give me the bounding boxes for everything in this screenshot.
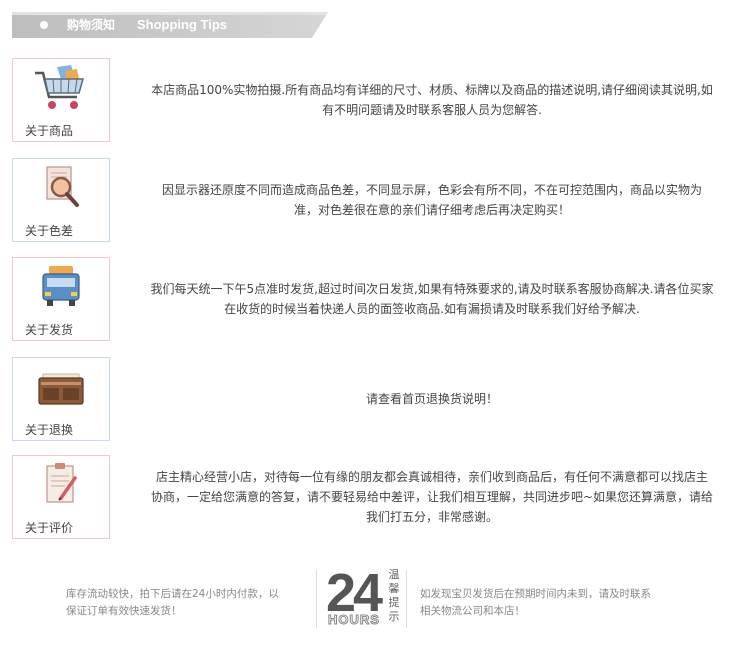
row-description: 店主精心经营小店，对待每一位有缘的朋友都会真诚相待，亲们收到商品后，有任何不满意… (124, 455, 740, 539)
icon-card: 关于色差 (12, 158, 110, 242)
row-label: 关于色差 (24, 224, 73, 238)
row-label: 关于发货 (24, 323, 73, 337)
description-line: 因显示器还原度不同而造成商品色差，不同显示屏，色彩会有所不同，不在可控范围内，商… (161, 183, 702, 197)
description-line: 我们每天统一下午5点准时发货,超过时间次日发货,如果有特殊要求的,请及时联系客服… (150, 282, 714, 296)
icon-card: 关于退换 (12, 357, 110, 441)
description-line: 准，对色差很在意的亲们请仔细考虑后再决定购买！ (293, 203, 570, 217)
clipboard-pen-icon (46, 463, 77, 503)
footer-line: 相关物流公司和本店！ (420, 605, 525, 617)
magnifier-icon (46, 166, 79, 207)
icon-card: 关于发货 (12, 257, 110, 341)
description-line: 在收货的时候当着快递人员的面签收商品.如有漏损请及时联系我们好给予解决. (224, 302, 640, 316)
banner-title-zh: 购物须知 (67, 18, 116, 32)
description-line: 请查看首页退换货说明！ (365, 392, 498, 406)
footer-note-left: 库存流动较快，拍下后请在24小时内付款，以 保证订单有效快速发货！ (66, 586, 310, 620)
24-hours-badge: 24 HOURS 温馨提示 (324, 566, 400, 630)
footer-line: 库存流动较快，拍下后请在24小时内付款，以 (66, 588, 279, 600)
badge-hours: HOURS (328, 612, 380, 627)
tip-row-goods: 关于商品 本店商品100%实物拍摄.所有商品均有详细的尺寸、材质、标牌以及商品的… (12, 58, 740, 142)
description-line: 店主精心经营小店，对待每一位有缘的朋友都会真诚相待，亲们收到商品后，有任何不满意… (155, 470, 708, 484)
tip-row-shipping: 关于发货 我们每天统一下午5点准时发货,超过时间次日发货,如果有特殊要求的,请及… (12, 257, 740, 341)
row-label: 关于退换 (24, 423, 73, 437)
row-description: 本店商品100%实物拍摄.所有商品均有详细的尺寸、材质、标牌以及商品的描述说明,… (124, 58, 740, 142)
footer-note-right: 如发现宝贝发货后在预期时间内未到，请及时联系 相关物流公司和本店！ (420, 586, 700, 620)
tip-row-returns: 关于退换 请查看首页退换货说明！ (12, 357, 740, 441)
row-label: 关于商品 (24, 124, 73, 138)
footer-divider (406, 570, 407, 628)
row-description: 因显示器还原度不同而造成商品色差，不同显示屏，色彩会有所不同，不在可控范围内，商… (124, 158, 740, 242)
banner-title-en: Shopping Tips (137, 17, 228, 32)
section-banner: 购物须知 Shopping Tips (12, 12, 328, 38)
footer-line: 如发现宝贝发货后在预期时间内未到，请及时联系 (420, 588, 651, 600)
row-description: 请查看首页退换货说明！ (124, 357, 740, 441)
description-line: 协商，一定给您满意的答复，请不要轻易给中差评，让我们相互理解，共同进步吧~如果您… (150, 490, 714, 504)
description-line: 本店商品100%实物拍摄.所有商品均有详细的尺寸、材质、标牌以及商品的描述说明,… (151, 83, 713, 97)
icon-card: 关于商品 (12, 58, 110, 142)
bullet-dot-icon (40, 21, 48, 29)
row-label: 关于评价 (24, 521, 73, 535)
footer-divider (316, 570, 317, 628)
wallet-icon (38, 373, 84, 405)
footer-line: 保证订单有效快速发货！ (66, 605, 182, 617)
delivery-truck-icon (42, 266, 80, 306)
description-line: 我们打五分，非常感谢。 (365, 510, 498, 524)
icon-card: 关于评价 (12, 455, 110, 539)
row-description: 我们每天统一下午5点准时发货,超过时间次日发货,如果有特殊要求的,请及时联系客服… (124, 257, 740, 341)
shopping-cart-icon (35, 65, 84, 109)
description-line: 有不明问题请及时联系客服人员为您解答. (322, 103, 542, 117)
tip-row-reviews: 关于评价 店主精心经营小店，对待每一位有缘的朋友都会真诚相待，亲们收到商品后，有… (12, 455, 740, 539)
badge-vertical-text: 温馨提示 (388, 568, 400, 623)
tip-row-color: 关于色差 因显示器还原度不同而造成商品色差，不同显示屏，色彩会有所不同，不在可控… (12, 158, 740, 242)
